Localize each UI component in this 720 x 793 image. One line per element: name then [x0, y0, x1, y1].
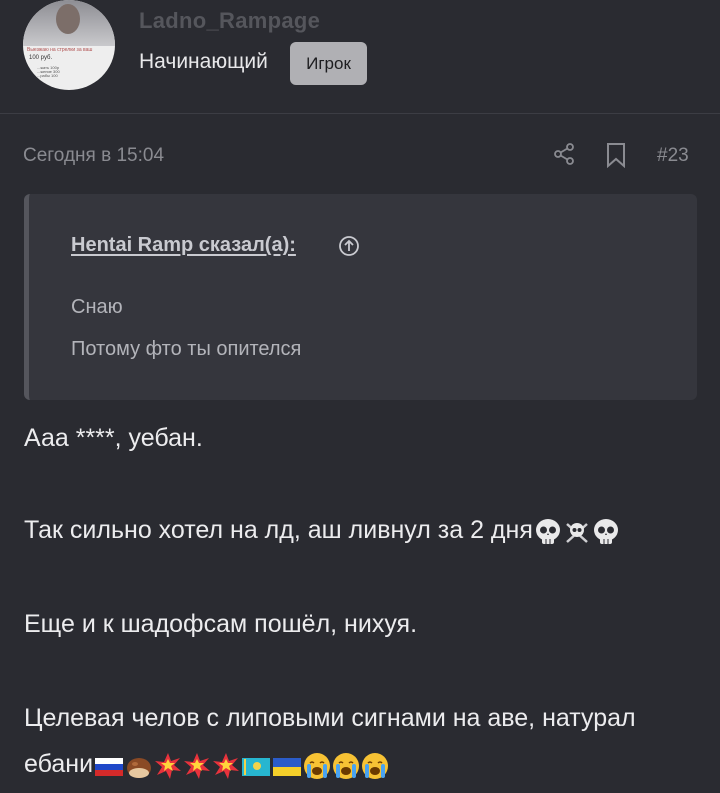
flag-russia-icon — [95, 758, 124, 777]
skull-icon — [535, 519, 560, 545]
post-text-line: Ааа ****, уебан. — [24, 424, 203, 453]
role-badge: Игрок — [290, 42, 367, 85]
post-text-line: Целевая челов с липовыми сигнами на аве,… — [24, 704, 636, 733]
avatar[interactable]: Выезжаю на стрелки за ваш 100 руб. ...жа… — [23, 0, 115, 90]
post-text-line: Так сильно хотел на лд, аш ливнул за 2 д… — [24, 516, 621, 546]
user-title: Начинающий — [139, 50, 268, 73]
post-text: Еще и к шадофсам пошёл, нихуя. — [24, 610, 418, 638]
post-meta: Сегодня в 15:04 #23 — [0, 114, 720, 194]
emoji-run — [534, 517, 621, 546]
post-user-header: Выезжаю на стрелки за ваш 100 руб. ...жа… — [0, 0, 720, 114]
collision-icon — [184, 753, 211, 780]
flag-kazakhstan-icon — [242, 758, 271, 777]
avatar-caption: Выезжаю на стрелки за ваш — [27, 47, 93, 53]
post-text-line: Еще и к шадофсам пошёл, нихуя. — [24, 610, 417, 639]
post-number-link[interactable]: #23 — [657, 145, 689, 167]
chestnut-icon — [127, 758, 152, 779]
quote-text-line: Снаю — [71, 296, 123, 318]
collision-icon — [213, 753, 240, 780]
quote-text-line: Потому фто ты опителся — [71, 338, 302, 360]
share-icon[interactable] — [552, 142, 576, 166]
skull-crossbones-icon — [566, 523, 588, 544]
username-link[interactable]: Ladno_Rampage — [139, 8, 320, 34]
post-text: Целевая челов с липовыми сигнами на аве,… — [24, 704, 636, 732]
loudly-crying-face-icon — [304, 753, 331, 780]
post-text-line: ебани — [24, 750, 390, 780]
emoji-run — [94, 751, 390, 780]
quote-block: Hentai Ramp сказал(а): Снаю Потому фто т… — [24, 194, 697, 400]
skull-icon — [593, 519, 618, 545]
post-text: Так сильно хотел на лд, аш ливнул за 2 д… — [24, 516, 533, 544]
post-text: ебани — [24, 750, 94, 778]
avatar-price: 100 руб. — [29, 55, 53, 61]
bookmark-icon[interactable] — [605, 142, 627, 168]
loudly-crying-face-icon — [362, 753, 389, 780]
post-date[interactable]: Сегодня в 15:04 — [23, 145, 164, 167]
collision-icon — [155, 753, 182, 780]
avatar-small-text: ...жать 100р ...жение 300 ...рабы 100 — [37, 65, 60, 78]
post-text: Ааа ****, уебан. — [24, 424, 203, 452]
quote-author-link[interactable]: Hentai Ramp сказал(а): — [71, 234, 296, 257]
loudly-crying-face-icon — [333, 753, 360, 780]
avatar-face — [56, 4, 80, 34]
flag-ukraine-icon — [273, 758, 302, 777]
arrow-up-circle-icon[interactable] — [338, 235, 360, 257]
forum-post: Выезжаю на стрелки за ваш 100 руб. ...жа… — [0, 0, 720, 793]
